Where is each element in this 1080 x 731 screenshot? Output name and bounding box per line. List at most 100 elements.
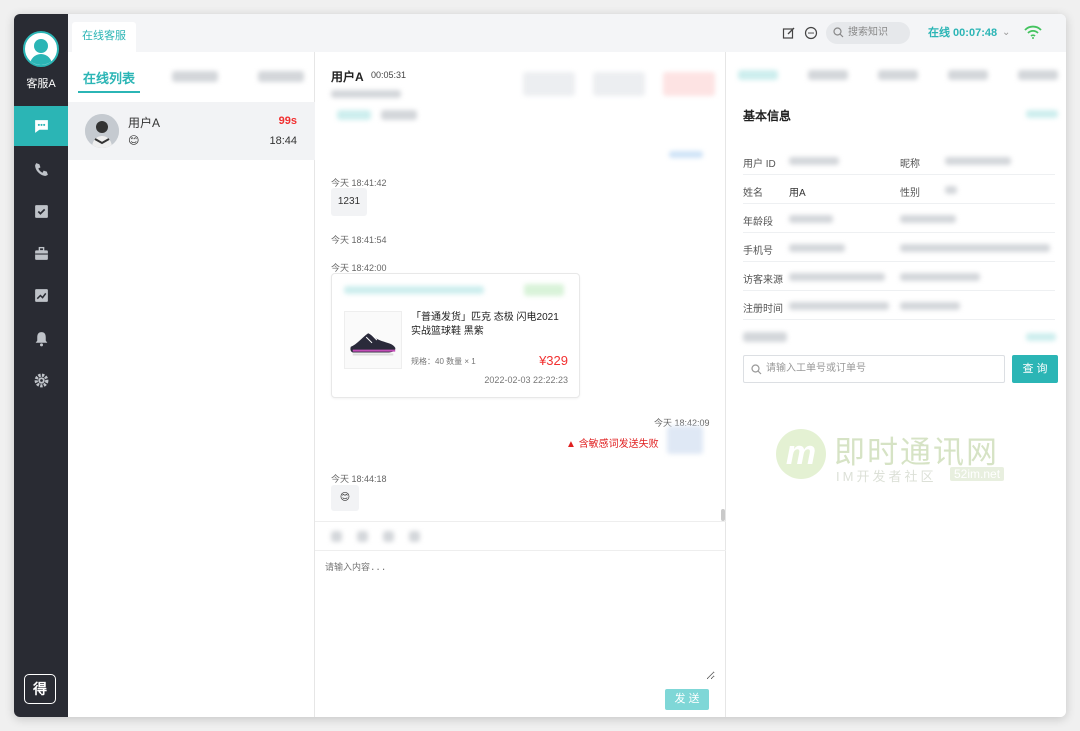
send-failed-text: 含敏感词发送失败: [578, 439, 659, 450]
nav-bell-icon[interactable]: [14, 318, 68, 358]
field-value-hidden: [789, 244, 845, 252]
send-failed-notice: ▲ 含敏感词发送失败: [566, 435, 659, 450]
field-label: 年龄段: [743, 217, 773, 228]
nav-settings-icon[interactable]: [14, 360, 68, 400]
nav-phone-icon[interactable]: [14, 149, 68, 189]
top-bar: 在线客服 搜索知识 在线 00:07:48 ⌄: [68, 14, 1066, 52]
watermark-logo-icon: m: [776, 429, 826, 479]
edit-icon[interactable]: [782, 26, 796, 40]
field-label: 注册时间: [743, 304, 783, 315]
order-search-input[interactable]: 请输入工单号或订单号: [743, 355, 1005, 383]
field-value-hidden: [789, 273, 885, 281]
query-button[interactable]: 查 询: [1012, 355, 1058, 383]
invite-button[interactable]: [593, 72, 645, 96]
online-status-dropdown[interactable]: 在线 00:07:48 ⌄: [928, 22, 1013, 44]
basic-info-title: 基本信息: [743, 109, 792, 123]
file-button[interactable]: [383, 531, 394, 542]
nav-stats-icon[interactable]: [14, 275, 68, 315]
outgoing-message-hidden: [667, 426, 703, 454]
chat-scrollbar[interactable]: [721, 509, 725, 521]
info-tab-4[interactable]: [948, 70, 988, 80]
info-tab-3[interactable]: [878, 70, 918, 80]
field-value-hidden: [789, 302, 889, 310]
field-label: 用户 ID: [743, 159, 776, 170]
product-price: ¥329: [539, 353, 568, 368]
nav-toolbox-icon[interactable]: [14, 233, 68, 273]
end-chat-button[interactable]: [663, 72, 715, 96]
info-row: 注册时间: [743, 291, 1055, 320]
field-value-hidden: [789, 215, 833, 223]
agent-avatar[interactable]: [23, 31, 59, 67]
app-window: 客服A 得 在线客服 搜索知识 在线 00:07:48 ⌄ 在线列表 用户A 😊…: [14, 14, 1066, 717]
send-button[interactable]: 发 送: [665, 689, 709, 710]
field-label: 昵称: [900, 159, 920, 170]
previous-message-hidden: [669, 151, 703, 158]
customer-info-panel: 基本信息 用户 ID 昵称 姓名 用A 性别 年龄段 手机号 访客来源 注册时间…: [726, 52, 1066, 717]
quick-reply-button[interactable]: [409, 531, 420, 542]
session-tabs: 在线列表: [68, 52, 315, 102]
order-number-hidden: [344, 286, 484, 294]
session-list-panel: 在线列表 用户A 😊 99s 18:44: [68, 52, 315, 717]
product-title: 「普通发货」匹克 态极 闪电2021 实战篮球鞋 黑紫: [411, 312, 559, 337]
info-tab-2[interactable]: [808, 70, 848, 80]
field-label: 手机号: [743, 246, 773, 257]
tab-online-list[interactable]: 在线列表: [78, 68, 140, 87]
emoji-button[interactable]: [331, 531, 342, 542]
user-avatar: [85, 114, 119, 148]
field-label: 访客来源: [743, 275, 783, 286]
edit-info-link[interactable]: [1026, 110, 1058, 118]
user-tag-hidden: [337, 110, 371, 120]
message-timestamp: 今天 18:41:54: [331, 235, 387, 245]
field-value: 用A: [789, 188, 806, 199]
image-button[interactable]: [357, 531, 368, 542]
field-value-hidden: [789, 157, 839, 165]
info-row: 姓名 用A 性别: [743, 175, 1055, 204]
session-last-message: 😊: [128, 135, 140, 147]
nav-task-icon[interactable]: [14, 191, 68, 231]
tab-hidden-2[interactable]: [172, 71, 218, 82]
field-label: 姓名: [743, 188, 763, 199]
tab-underline: [78, 91, 140, 93]
message-bubble: 😊: [331, 485, 359, 511]
field-value-hidden: [945, 186, 957, 194]
tab-online-service[interactable]: 在线客服: [72, 22, 136, 52]
user-tag-hidden-2: [381, 110, 417, 120]
chat-duration: 00:05:31: [371, 70, 407, 80]
field-value-hidden: [900, 215, 956, 223]
info-tab-active[interactable]: [738, 70, 778, 80]
ticket-section-title: [743, 332, 787, 342]
message-input[interactable]: [325, 560, 715, 680]
info-row: 用户 ID 昵称: [743, 146, 1055, 175]
chevron-down-icon: ⌄: [1002, 27, 1011, 38]
nav-chat-icon[interactable]: [14, 106, 68, 146]
agent-name: 客服A: [26, 78, 56, 90]
chat-user-name: 用户A: [331, 70, 364, 84]
info-row: 年龄段: [743, 204, 1055, 233]
transfer-button[interactable]: [523, 72, 575, 96]
order-card[interactable]: 「普通发货」匹克 态极 闪电2021 实战篮球鞋 黑紫 规格：40 数量 × 1…: [331, 273, 580, 398]
info-tab-5[interactable]: [1018, 70, 1058, 80]
info-row: 访客来源: [743, 262, 1055, 291]
info-row: 手机号: [743, 233, 1055, 262]
tab-hidden-3[interactable]: [258, 71, 304, 82]
field-value-hidden: [900, 244, 1050, 252]
search-icon: [751, 364, 762, 375]
product-image: [344, 311, 402, 369]
knowledge-search-input[interactable]: 搜索知识: [826, 22, 910, 44]
chat-bubble-icon[interactable]: [804, 26, 818, 40]
chat-panel: 用户A 00:05:31 今天 18:41:42 1231 今天 18:41:5…: [315, 52, 726, 717]
order-status-hidden: [524, 284, 564, 296]
order-date: 2022-02-03 22:22:23: [484, 375, 568, 385]
watermark: m 即时通讯网 IM开发者社区 52im.net: [772, 425, 1042, 487]
field-value-hidden: [900, 302, 960, 310]
session-list-item[interactable]: 用户A 😊 99s 18:44: [68, 102, 315, 160]
session-time: 18:44: [269, 135, 297, 147]
brand-logo-icon: 得: [24, 674, 56, 704]
chat-subtitle-hidden: [331, 90, 401, 98]
watermark-site: 52im.net: [950, 467, 1005, 481]
add-ticket-link[interactable]: [1026, 333, 1056, 341]
search-placeholder: 搜索知识: [848, 27, 888, 38]
field-value-hidden: [900, 273, 980, 281]
field-value-hidden: [945, 157, 1011, 165]
session-wait-timer: 99s: [278, 115, 297, 127]
